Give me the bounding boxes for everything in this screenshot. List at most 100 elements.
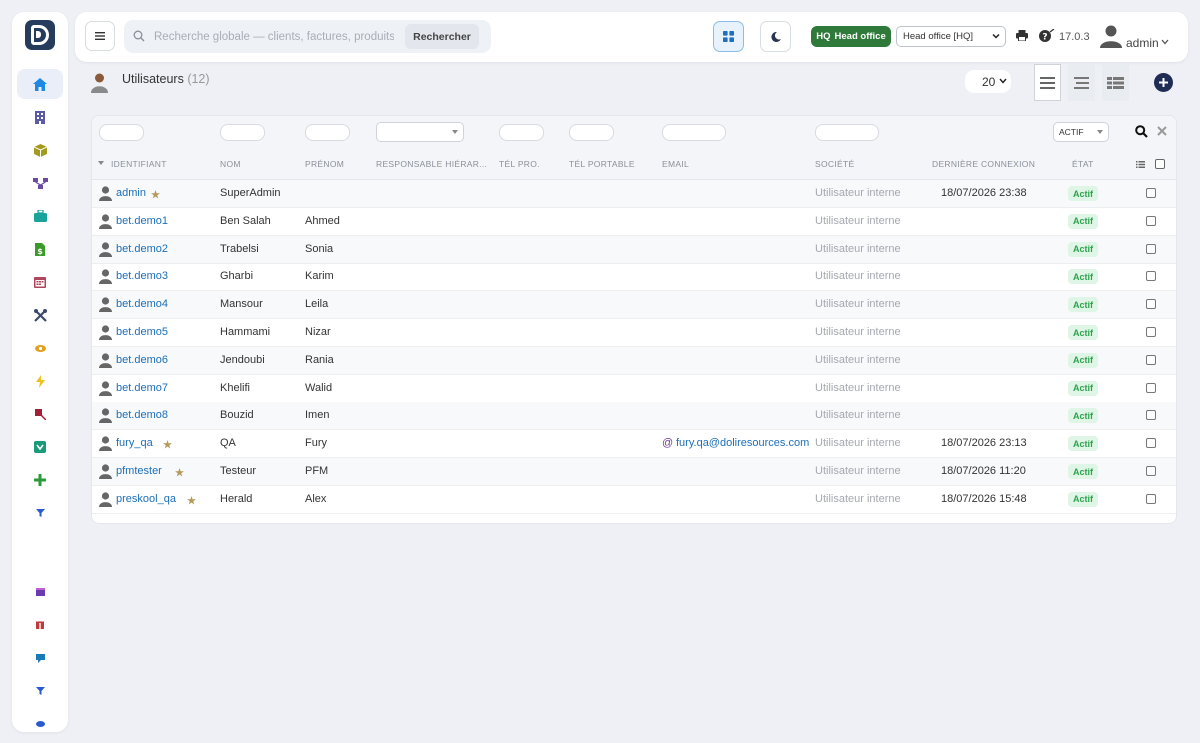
print-icon[interactable] xyxy=(1016,30,1028,41)
nav-thirdparties[interactable] xyxy=(17,102,63,132)
nav-agenda[interactable] xyxy=(17,267,63,297)
user-menu-name[interactable]: admin xyxy=(1126,36,1159,50)
help-icon[interactable]: ? xyxy=(1039,29,1055,42)
filter-phone-mobile[interactable] xyxy=(569,124,614,141)
nav-module-bolt[interactable] xyxy=(17,366,63,396)
nav-module-screen[interactable] xyxy=(17,577,63,607)
row-checkbox[interactable] xyxy=(1146,215,1156,226)
column-header-login[interactable]: IDENTIFIANT xyxy=(111,159,167,169)
filter-lastname[interactable] xyxy=(220,124,265,141)
chevron-down-icon[interactable] xyxy=(1161,39,1169,45)
view-list-button[interactable] xyxy=(1034,64,1061,101)
filter-company[interactable] xyxy=(815,124,879,141)
filter-status-select[interactable]: ACTIF xyxy=(1053,122,1109,142)
filter-email[interactable] xyxy=(662,124,726,141)
row-login-link[interactable]: bet.demo4 xyxy=(116,298,168,310)
row-checkbox[interactable] xyxy=(1146,299,1156,310)
row-checkbox[interactable] xyxy=(1146,188,1156,198)
select-all-checkbox[interactable] xyxy=(1155,159,1165,169)
search-icon[interactable] xyxy=(1135,125,1148,138)
table-row[interactable]: bet.demo8 Bouzid Imen Utilisateur interne Ac… xyxy=(92,402,1176,431)
table-row[interactable]: bet.demo2 Trabelsi Sonia Utilisateur intern… xyxy=(92,235,1176,264)
clear-filters-icon[interactable] xyxy=(1157,126,1167,136)
dark-mode-toggle[interactable] xyxy=(760,21,791,52)
user-avatar[interactable] xyxy=(1100,24,1122,48)
column-header-company[interactable]: SOCIÉTÉ xyxy=(815,159,854,169)
row-login-link[interactable]: pfmtester xyxy=(116,465,162,477)
apps-grid-button[interactable] xyxy=(713,21,744,52)
row-checkbox[interactable] xyxy=(1146,327,1156,337)
filter-supervisor-select[interactable] xyxy=(376,122,464,142)
entity-select[interactable]: Head office [HQ] xyxy=(896,26,1006,47)
row-login-link[interactable]: admin xyxy=(116,187,146,199)
row-checkbox[interactable] xyxy=(1146,410,1156,421)
column-header-firstname[interactable]: PRÉNOM xyxy=(305,159,344,169)
column-header-phone-mobile[interactable]: TÉL PORTABLE xyxy=(569,159,635,169)
page-title-count: (12) xyxy=(187,72,210,86)
menu-toggle-button[interactable] xyxy=(85,21,115,51)
table-row[interactable]: bet.demo5 Hammami Nizar Utilisateur interne… xyxy=(92,319,1176,347)
row-checkbox[interactable] xyxy=(1146,438,1156,449)
nav-module-disk[interactable] xyxy=(17,709,63,739)
row-login-link[interactable]: bet.demo7 xyxy=(116,382,168,394)
table-row[interactable]: bet.demo7 Khelifi Walid Utilisateur interne… xyxy=(92,375,1176,403)
column-header-lastname[interactable]: NOM xyxy=(220,159,241,169)
nav-module-pin[interactable] xyxy=(17,399,63,429)
table-row[interactable]: admin SuperAdmin Utilisateur interne 18/07/… xyxy=(92,180,1176,208)
row-login-link[interactable]: fury_qa xyxy=(116,437,153,449)
table-row[interactable]: bet.demo6 Jendoubi Rania Utilisateur intern… xyxy=(92,346,1176,375)
row-login-link[interactable]: bet.demo3 xyxy=(116,270,168,282)
row-checkbox[interactable] xyxy=(1146,354,1156,365)
nav-projects[interactable] xyxy=(17,168,63,198)
nav-module-filter[interactable] xyxy=(17,498,63,528)
column-header-phone-pro[interactable]: TÉL PRO. xyxy=(499,159,540,169)
filter-login[interactable] xyxy=(99,124,144,141)
search-input[interactable] xyxy=(154,27,394,46)
entity-badge[interactable]: HQ Head office xyxy=(811,26,891,47)
nav-module-gift[interactable] xyxy=(17,610,63,640)
filter-firstname[interactable] xyxy=(305,124,350,141)
row-login-link[interactable]: bet.demo2 xyxy=(116,243,168,255)
nav-billing[interactable]: $ xyxy=(17,234,63,264)
view-hierarchy-button[interactable] xyxy=(1068,64,1095,101)
table-row[interactable]: pfmtester Testeur PFM Utilisateur interne 18… xyxy=(92,458,1176,486)
row-avatar xyxy=(99,241,112,260)
column-header-supervisor[interactable]: RESPONSABLE HIÉRAR... xyxy=(376,159,487,169)
row-login-link[interactable]: bet.demo8 xyxy=(116,409,168,421)
column-selector-icon[interactable] xyxy=(1136,161,1145,168)
app-logo[interactable] xyxy=(25,20,55,50)
row-email-link[interactable]: fury.qa@doliresources.com xyxy=(676,437,809,449)
filter-phone-pro[interactable] xyxy=(499,124,544,141)
nav-module-chat[interactable] xyxy=(17,643,63,673)
row-login-link[interactable]: preskool_qa xyxy=(116,493,176,505)
row-checkbox[interactable] xyxy=(1146,271,1156,282)
row-checkbox[interactable] xyxy=(1146,493,1156,504)
column-header-last-login[interactable]: DERNIÈRE CONNEXION xyxy=(932,159,1035,169)
row-company: Utilisateur interne xyxy=(815,409,901,422)
row-login-link[interactable]: bet.demo1 xyxy=(116,215,168,227)
row-login-link[interactable]: bet.demo6 xyxy=(116,354,168,366)
add-user-button[interactable] xyxy=(1154,73,1173,92)
table-row[interactable]: bet.demo3 Gharbi Karim Utilisateur interne A… xyxy=(92,263,1176,292)
table-row[interactable]: bet.demo4 Mansour Leila Utilisateur interne… xyxy=(92,291,1176,320)
page-limit-select[interactable]: 20 xyxy=(965,70,1011,93)
nav-module-shield[interactable] xyxy=(17,432,63,462)
nav-home[interactable] xyxy=(17,69,63,99)
table-row[interactable]: preskool_qa Herald Alex Utilisateur interne… xyxy=(92,486,1176,514)
nav-products[interactable] xyxy=(17,135,63,165)
view-kanban-button[interactable] xyxy=(1102,64,1129,101)
column-header-status[interactable]: ÉTAT xyxy=(1072,159,1094,169)
table-row[interactable]: bet.demo1 Ben Salah Ahmed Utilisateur inter… xyxy=(92,208,1176,236)
nav-tools[interactable] xyxy=(17,300,63,330)
nav-hrm[interactable] xyxy=(17,201,63,231)
row-checkbox[interactable] xyxy=(1146,466,1156,476)
nav-module-plus[interactable] xyxy=(17,465,63,495)
row-checkbox[interactable] xyxy=(1146,382,1156,393)
nav-module-eye[interactable] xyxy=(17,333,63,363)
column-header-email[interactable]: EMAIL xyxy=(662,159,689,169)
search-button[interactable]: Rechercher xyxy=(405,24,479,49)
row-login-link[interactable]: bet.demo5 xyxy=(116,326,168,338)
nav-module-filter-2[interactable] xyxy=(17,676,63,706)
row-checkbox[interactable] xyxy=(1146,243,1156,254)
table-row[interactable]: fury_qa QA Fury @ fury.qa@doliresources.com U… xyxy=(92,430,1176,459)
